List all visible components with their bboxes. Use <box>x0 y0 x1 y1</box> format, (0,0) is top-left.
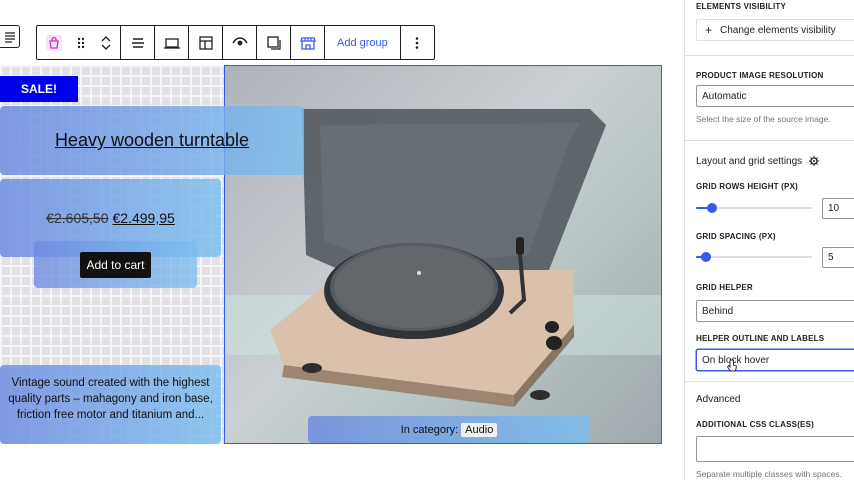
options-group <box>401 26 434 59</box>
grid-rows-height-label: GRID ROWS HEIGHT (PX) <box>696 182 798 191</box>
add-group-button[interactable]: Add group <box>325 26 400 59</box>
product-description: Vintage sound created with the highest q… <box>0 365 221 444</box>
grid-helper-select[interactable]: Behind <box>696 300 854 322</box>
divider <box>685 140 854 141</box>
chevron-up-down-icon <box>101 35 111 50</box>
shopping-bag-icon <box>45 34 62 51</box>
list-view-icon <box>4 31 15 43</box>
slider-thumb[interactable] <box>707 203 717 213</box>
add-to-cart-tile: Add to cart <box>34 241 197 288</box>
duplicate-button[interactable] <box>257 26 290 59</box>
sale-badge: SALE! <box>0 76 78 102</box>
width-group <box>155 26 189 59</box>
change-visibility-button[interactable]: + Change elements visibility <box>696 19 854 41</box>
divider <box>685 381 854 382</box>
product-title-tile: Heavy wooden turntable <box>0 106 304 175</box>
divider <box>685 55 854 56</box>
css-class-help: Separate multiple classes with spaces. <box>696 469 842 479</box>
layout-heading-text: Layout and grid settings <box>696 156 803 167</box>
more-vertical-icon <box>415 36 419 49</box>
eye-icon <box>231 36 248 45</box>
grid-rows-height-input[interactable]: 10 <box>822 198 854 219</box>
layout-heading: Layout and grid settings <box>696 156 819 167</box>
change-visibility-label: Change elements visibility <box>720 24 836 36</box>
elements-visibility-label: ELEMENTS VISIBILITY <box>696 2 787 11</box>
alignment-group <box>121 26 155 59</box>
store-group <box>291 26 325 59</box>
block-type-button[interactable] <box>37 26 70 59</box>
grid-spacing-label: GRID SPACING (PX) <box>696 232 776 241</box>
move-up-down-button[interactable] <box>92 26 120 59</box>
slider-track <box>696 256 812 258</box>
drag-dots-icon <box>77 37 85 48</box>
align-center-icon <box>131 37 144 48</box>
css-class-label: ADDITIONAL CSS CLASS(ES) <box>696 420 814 429</box>
grid-helper-label: GRID HELPER <box>696 283 753 292</box>
layout-icon <box>198 35 213 50</box>
product-title-link[interactable]: Heavy wooden turntable <box>55 130 249 151</box>
options-button[interactable] <box>401 26 434 59</box>
copy-group <box>257 26 291 59</box>
layout-button[interactable] <box>189 26 222 59</box>
block-toolbar: Add group <box>36 25 435 60</box>
category-link[interactable]: Audio <box>461 422 498 437</box>
drag-handle[interactable] <box>70 26 92 59</box>
image-resolution-help: Select the size of the source image. <box>696 114 831 124</box>
gear-icon[interactable] <box>808 156 819 167</box>
mouse-pointer-icon <box>726 359 738 372</box>
grid-spacing-slider[interactable] <box>696 251 812 263</box>
helper-outline-label: HELPER OUTLINE AND LABELS <box>696 334 825 343</box>
group-actions: Add group <box>325 26 401 59</box>
sale-price: €2.499,95 <box>112 210 175 226</box>
full-width-button[interactable] <box>155 26 188 59</box>
editor-canvas: Add group SALE! Heavy wooden turntable €… <box>0 0 684 480</box>
visibility-button[interactable] <box>223 26 256 59</box>
duplicate-icon <box>266 35 281 50</box>
block-switcher-group <box>37 26 121 59</box>
settings-sidebar: ELEMENTS VISIBILITY + Change elements vi… <box>684 0 854 480</box>
grid-spacing-input[interactable]: 5 <box>822 247 854 268</box>
grid-rows-height-slider[interactable] <box>696 202 812 214</box>
store-icon <box>299 36 316 50</box>
image-resolution-label: PRODUCT IMAGE RESOLUTION <box>696 71 824 80</box>
add-to-cart-button[interactable]: Add to cart <box>80 251 151 278</box>
css-class-input[interactable] <box>696 436 854 462</box>
store-button[interactable] <box>291 26 324 59</box>
plus-icon: + <box>705 23 713 37</box>
advanced-heading[interactable]: Advanced <box>696 394 740 405</box>
regular-price: €2.605,50 <box>46 210 109 226</box>
align-button[interactable] <box>121 26 154 59</box>
document-overview-button[interactable] <box>0 25 20 48</box>
visibility-group <box>223 26 257 59</box>
category-label: In category: <box>400 423 459 436</box>
image-resolution-select[interactable]: Automatic <box>696 85 854 107</box>
product-category-tile: In category: Audio <box>308 416 590 443</box>
layout-group <box>189 26 223 59</box>
helper-outline-select[interactable]: On block hover <box>696 349 854 371</box>
full-width-icon <box>163 37 180 49</box>
slider-thumb[interactable] <box>701 252 711 262</box>
